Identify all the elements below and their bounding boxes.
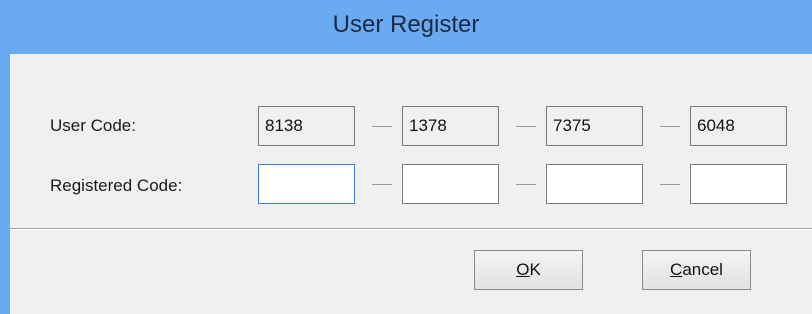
registered-code-segment-4[interactable]	[690, 164, 787, 204]
user-code-segment-2[interactable]: 1378	[402, 106, 499, 146]
user-code-segment-4[interactable]: 6048	[690, 106, 787, 146]
cancel-label-rest: ancel	[682, 260, 723, 279]
user-register-dialog: User Register User Code: 8138 1378 7375 …	[0, 0, 812, 314]
window-title: User Register	[332, 11, 480, 38]
user-code-label: User Code:	[50, 116, 136, 135]
dialog-content: User Code: 8138 1378 7375 6048 Registere…	[10, 54, 812, 228]
registered-code-segment-2[interactable]	[402, 164, 499, 204]
registered-code-label: Registered Code:	[50, 176, 183, 195]
title-bar[interactable]: User Register	[0, 0, 812, 54]
user-code-dash-2	[516, 126, 536, 127]
user-code-segment-1[interactable]: 8138	[258, 106, 355, 146]
ok-label-rest: K	[529, 260, 541, 279]
registered-code-segment-3[interactable]	[546, 164, 643, 204]
user-code-dash-1	[372, 126, 392, 127]
registered-code-segment-1[interactable]	[258, 164, 355, 204]
registered-code-dash-1	[372, 184, 392, 185]
dialog-client-area: User Code: 8138 1378 7375 6048 Registere…	[10, 54, 812, 314]
cancel-button[interactable]: Cancel	[642, 250, 751, 290]
button-bar-separator	[10, 228, 812, 230]
registered-code-dash-3	[660, 184, 680, 185]
ok-mnemonic: O	[516, 260, 530, 279]
user-code-segment-3[interactable]: 7375	[546, 106, 643, 146]
ok-button[interactable]: OK	[474, 250, 583, 290]
window-frame-left	[0, 54, 10, 314]
registered-code-dash-2	[516, 184, 536, 185]
cancel-mnemonic: C	[670, 260, 683, 279]
user-code-dash-3	[660, 126, 680, 127]
